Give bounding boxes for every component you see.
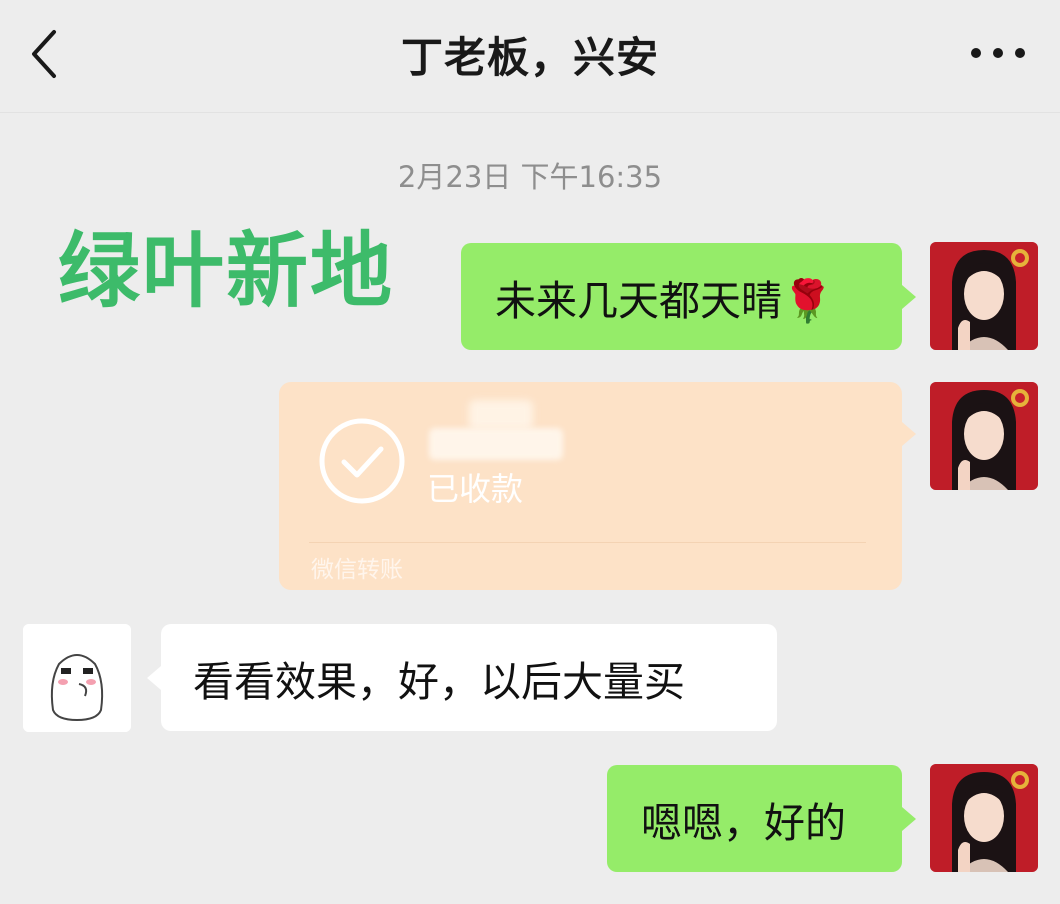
bubble-tail xyxy=(902,422,916,446)
avatar-photo-icon xyxy=(930,764,1038,872)
contact-avatar[interactable] xyxy=(23,624,131,732)
my-avatar[interactable] xyxy=(930,382,1038,490)
bubble-tail xyxy=(147,666,161,690)
bubble-tail xyxy=(902,807,916,831)
check-circle-icon xyxy=(319,418,405,504)
incoming-message-bubble[interactable]: 看看效果，好，以后大量买 xyxy=(147,624,777,731)
outgoing-message-bubble[interactable]: 嗯嗯，好的 xyxy=(607,765,916,872)
my-avatar[interactable] xyxy=(930,764,1038,872)
transfer-divider xyxy=(309,542,866,543)
chat-header: 丁老板，兴安 xyxy=(0,0,1060,113)
wechat-transfer-card[interactable]: 已收款 微信转账 xyxy=(279,382,916,590)
avatar-photo-icon xyxy=(930,242,1038,350)
message-timestamp: 2月23日 下午16:35 xyxy=(397,160,663,194)
redacted-amount xyxy=(429,428,563,460)
outgoing-message-bubble[interactable]: 未来几天都天晴🌹 xyxy=(461,243,916,350)
transfer-status: 已收款 xyxy=(427,470,524,508)
my-avatar[interactable] xyxy=(930,242,1038,350)
more-dots-icon xyxy=(971,48,1025,58)
watermark-text: 绿叶新地 xyxy=(58,224,395,319)
cartoon-avatar-icon xyxy=(23,624,131,732)
message-text: 看看效果，好，以后大量买 xyxy=(193,657,685,706)
bubble-tail xyxy=(902,285,916,309)
more-button[interactable] xyxy=(966,38,1030,68)
redacted-amount xyxy=(469,400,533,430)
message-text: 未来几天都天晴🌹 xyxy=(495,276,834,325)
avatar-photo-icon xyxy=(930,382,1038,490)
message-text: 嗯嗯，好的 xyxy=(641,798,846,847)
transfer-label: 微信转账 xyxy=(311,557,403,583)
chat-title: 丁老板，兴安 xyxy=(400,33,659,82)
